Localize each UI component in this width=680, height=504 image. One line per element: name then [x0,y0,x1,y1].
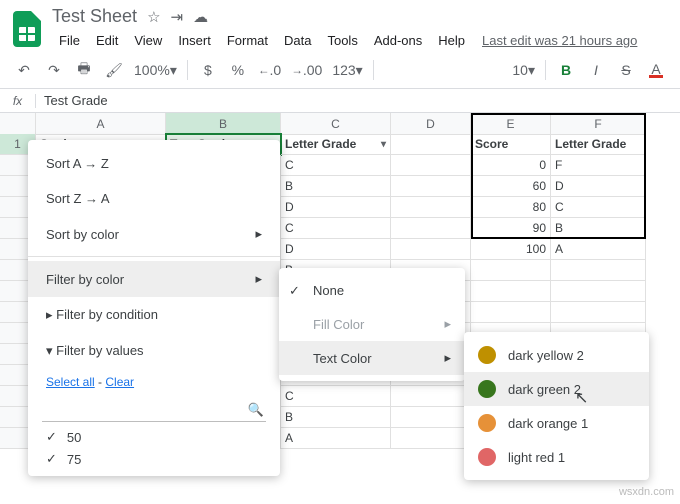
check-icon: ✓ [289,283,300,299]
col-header-B[interactable]: B [166,113,281,135]
cell-F1[interactable]: Letter Grade [551,134,646,155]
filter-color-submenu: ✓None Fill Color▸ Text Color▸ [279,268,465,381]
filter-icon[interactable]: ▾ [381,139,386,150]
paint-format-button[interactable]: 🖌 [100,56,128,84]
chevron-right-icon: ▸ [255,226,262,242]
col-header-D[interactable]: D [391,113,471,135]
last-edit-link[interactable]: Last edit was 21 hours ago [482,33,637,48]
watermark: wsxdn.com [619,486,674,498]
text-color-submenu: dark yellow 2 dark green 2 dark orange 1… [464,332,649,480]
menu-tools[interactable]: Tools [320,29,364,52]
menu-help[interactable]: Help [431,29,472,52]
color-swatch [478,414,496,432]
menu-format[interactable]: Format [220,29,275,52]
filter-by-color[interactable]: Filter by color▸ [28,261,280,297]
sort-by-color[interactable]: Sort by color▸ [28,216,280,252]
star-icon[interactable]: ☆ [147,8,160,26]
currency-button[interactable]: $ [194,56,222,84]
filter-menu: Sort A → Z Sort Z → A Sort by color▸ Fil… [28,140,280,476]
cloud-status-icon: ☁ [193,8,208,26]
zoom-select[interactable]: 100% ▾ [130,56,181,84]
check-icon: ✓ [46,451,57,467]
chevron-right-icon: ▸ [444,350,451,366]
cell-D1[interactable] [391,134,471,155]
doc-title[interactable]: Test Sheet [52,6,137,27]
percent-button[interactable]: % [224,56,252,84]
toolbar: ↶ ↷ 🖶 🖌 100% ▾ $ % ←.0 →.00 123 ▾ 10 ▾ B… [0,52,680,89]
color-option-light-red-1[interactable]: light red 1 [464,440,649,474]
filter-by-values[interactable]: ▾ Filter by values [28,333,280,369]
filter-search-input[interactable]: 🔍 [42,399,266,422]
text-color-button[interactable]: A [642,56,670,84]
filter-text-color[interactable]: Text Color▸ [279,341,465,375]
check-icon: ✓ [46,429,57,445]
strike-button[interactable]: S [612,56,640,84]
col-header-C[interactable]: C [281,113,391,135]
color-swatch [478,448,496,466]
separator [187,60,188,80]
filter-by-condition[interactable]: ▸ Filter by condition [28,297,280,333]
fx-label: fx [0,94,36,108]
clear-link[interactable]: Clear [105,375,134,389]
menu-view[interactable]: View [127,29,169,52]
cell[interactable]: C [281,155,391,176]
filter-links: Select all - Clear [28,369,280,395]
color-option-dark-green-2[interactable]: dark green 2 [464,372,649,406]
filter-fill-color[interactable]: Fill Color▸ [279,307,465,341]
col-header-A[interactable]: A [36,113,166,135]
color-option-dark-orange-1[interactable]: dark orange 1 [464,406,649,440]
decrease-decimal-button[interactable]: ←.0 [254,56,285,84]
chevron-right-icon: ▸ [444,316,451,332]
number-format-select[interactable]: 123 ▾ [328,56,366,84]
filter-value-row[interactable]: ✓75 [28,448,280,470]
separator [545,60,546,80]
menu-addons[interactable]: Add-ons [367,29,429,52]
select-all-link[interactable]: Select all [46,375,95,389]
separator [373,60,374,80]
font-size-select[interactable]: 10 ▾ [508,56,539,84]
filter-value-row[interactable]: ✓50 [28,426,280,448]
menu-file[interactable]: File [52,29,87,52]
italic-button[interactable]: I [582,56,610,84]
col-header-F[interactable]: F [551,113,646,135]
filter-color-none[interactable]: ✓None [279,274,465,307]
formula-bar[interactable]: fx Test Grade [0,89,680,113]
menu-edit[interactable]: Edit [89,29,125,52]
cell-E1[interactable]: Score [471,134,551,155]
cell-C1[interactable]: Letter Grade▾ [281,134,391,155]
print-button[interactable]: 🖶 [70,56,98,84]
redo-button[interactable]: ↷ [40,56,68,84]
search-icon: 🔍 [248,402,264,418]
undo-button[interactable]: ↶ [10,56,38,84]
increase-decimal-button[interactable]: →.00 [287,56,326,84]
color-swatch [478,346,496,364]
color-swatch [478,380,496,398]
chevron-right-icon: ▸ [255,271,262,287]
col-header-E[interactable]: E [471,113,551,135]
menu-insert[interactable]: Insert [171,29,218,52]
bold-button[interactable]: B [552,56,580,84]
menu-data[interactable]: Data [277,29,318,52]
move-folder-icon[interactable]: ⇥ [171,8,184,26]
separator [28,256,280,257]
menubar: File Edit View Insert Format Data Tools … [52,27,637,52]
sheets-logo[interactable] [10,12,44,46]
sort-za[interactable]: Sort Z → A [28,181,280,216]
sort-az[interactable]: Sort A → Z [28,146,280,181]
color-option-dark-yellow-2[interactable]: dark yellow 2 [464,338,649,372]
select-all-corner[interactable] [0,113,36,135]
fx-value[interactable]: Test Grade [36,93,108,108]
